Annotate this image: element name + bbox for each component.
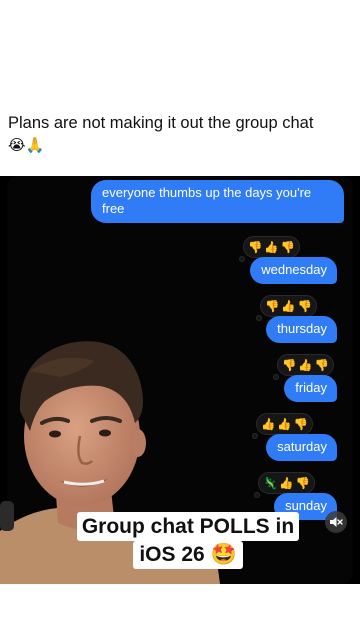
reaction-group-friday: 👎 👍 👎 [277,354,334,376]
reaction-emoji: 👍 [261,417,276,431]
video-overlay-title: Group chat POLLS in iOS 26 🤩 [64,512,312,569]
message-bubble-friday: friday [284,375,337,402]
message-bubble-saturday: saturday [266,434,337,461]
reaction-tail-dot [252,433,258,439]
message-bubble-thursday: thursday [266,316,337,343]
reaction-emoji: 👍 [264,240,279,254]
reaction-group-saturday: 👍 👍 👎 [256,413,313,435]
caption-text: Plans are not making it out the group ch… [8,114,314,132]
reaction-emoji: 👍 [277,417,292,431]
reaction-emoji: 👎 [314,358,329,372]
reaction-tail-dot [256,315,262,321]
reaction-group-thursday: 👎 👍 👎 [260,295,317,317]
reaction-emoji: 👍 [279,476,294,490]
reaction-tail-dot [273,374,279,380]
message-bubble-poll-question: everyone thumbs up the days you're free [91,180,344,223]
reaction-emoji: 👎 [282,358,297,372]
reaction-emoji: 👎 [280,240,295,254]
reaction-emoji: 👎 [248,240,263,254]
reaction-group-sunday: 🦎 👍 👎 [258,472,315,494]
overlay-title-line1: Group chat POLLS in [76,512,300,541]
video-player[interactable]: everyone thumbs up the days you're free … [0,176,360,584]
reaction-emoji: 👎 [293,417,308,431]
reaction-tail-dot [254,492,260,498]
speaker-muted-icon [330,517,343,527]
reaction-emoji: 👎 [295,476,310,490]
message-bubble-wednesday: wednesday [250,257,337,284]
reaction-emoji: 👍 [298,358,313,372]
reaction-group-wednesday: 👎 👍 👎 [243,236,300,258]
overlay-title-line2: iOS 26 🤩 [133,541,243,569]
mute-toggle-button[interactable] [325,511,347,533]
reaction-emoji: 👍 [281,299,296,313]
reaction-emoji: 👎 [265,299,280,313]
post-caption: Plans are not making it out the group ch… [8,112,352,155]
caption-emoji: 😭🙏 [8,136,45,154]
reaction-tail-dot [239,256,245,262]
reaction-emoji: 🦎 [263,476,278,490]
reaction-emoji: 👎 [297,299,312,313]
